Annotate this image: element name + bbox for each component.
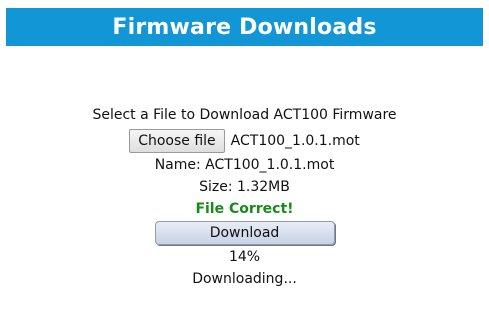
file-picker-row: Choose file ACT100_1.0.1.mot [0, 128, 489, 154]
download-button-row: Download [0, 220, 489, 246]
page-title: Firmware Downloads [112, 14, 377, 40]
file-select-prompt: Select a File to Download ACT100 Firmwar… [92, 107, 397, 123]
file-name-info: Name: ACT100_1.0.1.mot [154, 157, 335, 173]
file-size-info: Size: 1.32MB [199, 179, 290, 195]
download-progress-text: 14% [228, 249, 261, 265]
download-state-text: Downloading... [192, 271, 297, 287]
download-form: Select a File to Download ACT100 Firmwar… [0, 104, 489, 290]
download-button[interactable]: Download [154, 221, 335, 245]
header-bar: Firmware Downloads [6, 8, 483, 46]
file-status: File Correct! [195, 201, 294, 217]
selected-file-name: ACT100_1.0.1.mot [230, 133, 360, 149]
firmware-download-page: Firmware Downloads Select a File to Down… [0, 0, 489, 331]
choose-file-button[interactable]: Choose file [129, 129, 225, 153]
